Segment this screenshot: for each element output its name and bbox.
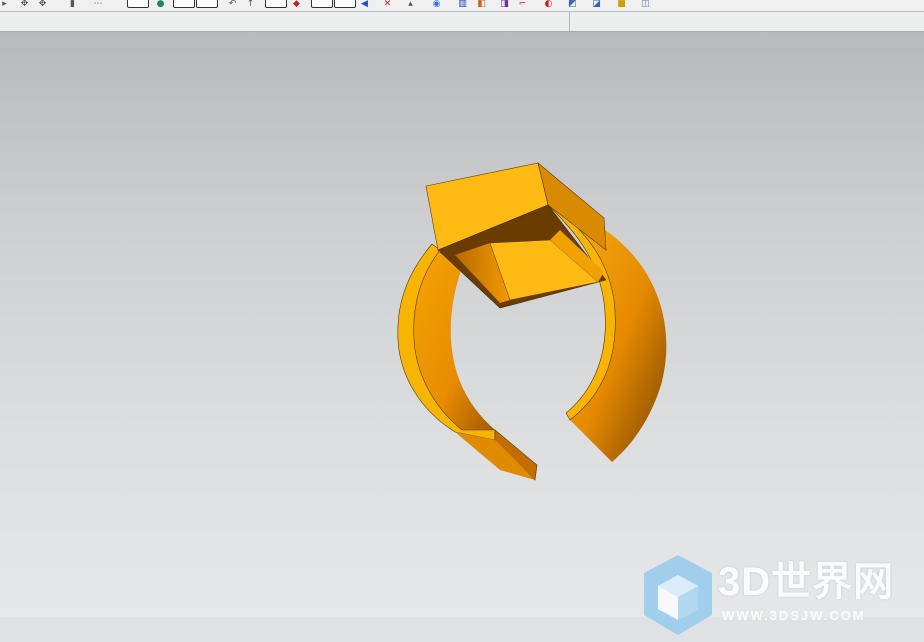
move-icon[interactable]: ✥ [20, 0, 29, 9]
copy-icon[interactable]: ✥ [38, 0, 47, 9]
extrude-icon[interactable]: ↑ [246, 0, 255, 9]
view-wire-icon[interactable]: ◫ [641, 0, 650, 9]
view-shaded-icon[interactable]: ■ [617, 0, 626, 9]
line-icon[interactable]: ● [156, 0, 165, 9]
main-toolbar: ▸ ✥ ✥ ▮ ⋯ ● ↶ ↑ ◆ ◀ ✕ ▴ ◉ ▥ ◧ ◨ ⌐ ◐ ◩ ◪ … [0, 0, 924, 12]
secondary-toolbar [0, 12, 924, 32]
view-icon[interactable]: ◐ [544, 0, 553, 9]
point-icon[interactable] [127, 0, 149, 8]
boss-icon[interactable]: ✕ [383, 0, 392, 9]
cube-logo-icon [644, 555, 712, 635]
watermark-url: WWW.3DSJW.COM [722, 608, 866, 623]
chamfer-icon[interactable] [311, 0, 333, 8]
shell-icon[interactable] [334, 0, 356, 8]
blend-icon[interactable]: ◆ [292, 0, 301, 9]
pad-icon[interactable]: ▴ [406, 0, 415, 9]
pocket-icon[interactable]: ◉ [432, 0, 441, 9]
graphics-viewport[interactable]: 3D世界网 WWW.3DSJW.COM [0, 32, 924, 635]
undo-icon[interactable]: ▸ [0, 0, 9, 9]
view-front-icon[interactable]: ◩ [568, 0, 577, 9]
hole-icon[interactable]: ◀ [360, 0, 369, 9]
slot-icon[interactable]: ▥ [458, 0, 467, 9]
revolve-icon[interactable] [265, 0, 287, 8]
arc-icon[interactable] [173, 0, 195, 8]
ring-model[interactable] [0, 32, 924, 617]
watermark-title: 3D世界网 [718, 560, 895, 604]
sketch-icon[interactable]: ⋯ [90, 0, 106, 9]
groove-icon[interactable]: ◨ [500, 0, 509, 9]
rotate-icon[interactable]: ↶ [228, 0, 237, 9]
view-iso-icon[interactable]: ◪ [592, 0, 601, 9]
rib-icon[interactable]: ◧ [477, 0, 486, 9]
format-icon[interactable]: ▮ [68, 0, 77, 9]
circle-icon[interactable] [196, 0, 218, 8]
trim-icon[interactable]: ⌐ [518, 0, 527, 9]
watermark: 3D世界网 WWW.3DSJW.COM [640, 553, 910, 637]
toolbar-divider [569, 12, 570, 31]
